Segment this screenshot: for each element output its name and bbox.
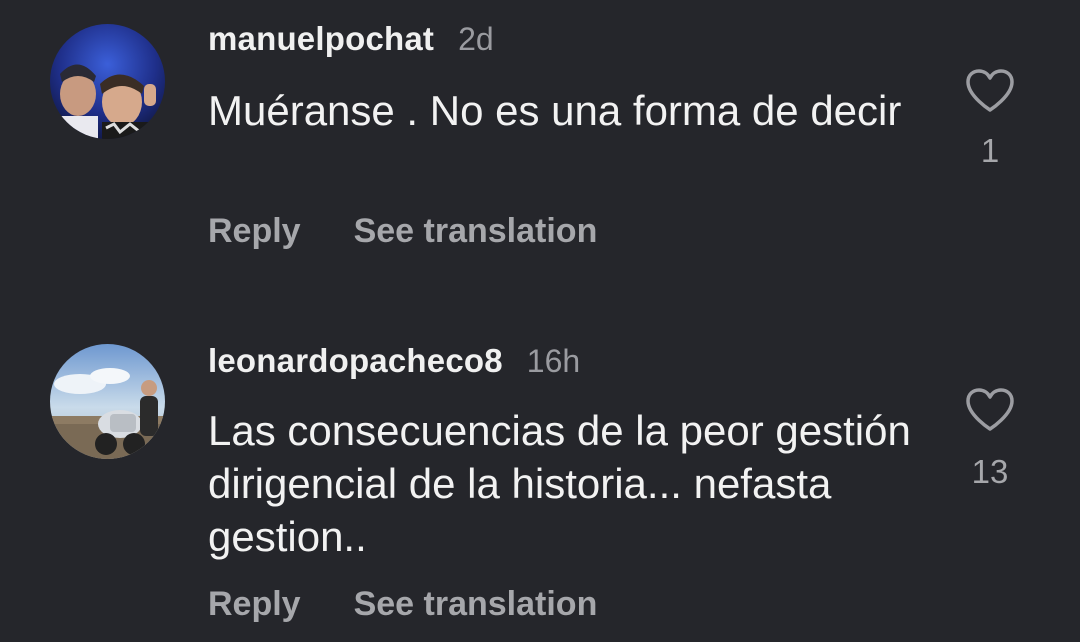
reply-button[interactable]: Reply: [208, 585, 301, 624]
comment-actions: Reply See translation: [208, 585, 597, 624]
avatar-photo: [50, 344, 165, 459]
timestamp: 2d: [458, 21, 494, 57]
username[interactable]: manuelpochat: [208, 20, 434, 58]
comments-list: manuelpochat 2d Muéranse . No es una for…: [0, 0, 1080, 642]
timestamp: 16h: [526, 343, 581, 379]
see-translation-button[interactable]: See translation: [354, 585, 598, 624]
heart-outline-icon: [966, 69, 1014, 112]
username[interactable]: leonardopacheco8: [208, 342, 503, 380]
like-count: 1: [980, 132, 1000, 169]
comment-text: Muéranse . No es una forma de decir: [208, 87, 902, 134]
avatar[interactable]: [50, 24, 165, 139]
avatar-photo: [50, 24, 165, 139]
see-translation-button[interactable]: See translation: [354, 212, 598, 251]
avatar[interactable]: [50, 344, 165, 459]
like-button[interactable]: 1: [960, 68, 1020, 170]
like-button[interactable]: 13: [960, 387, 1020, 491]
heart-outline-icon: [966, 388, 1014, 431]
like-count: 13: [971, 453, 1009, 490]
comment-text: Las consecuencias de la peor gestión dir…: [208, 407, 911, 560]
comment-header: manuelpochat 2d: [208, 20, 494, 58]
reply-button[interactable]: Reply: [208, 212, 301, 251]
comment-actions: Reply See translation: [208, 212, 597, 251]
comment-header: leonardopacheco8 16h: [208, 342, 580, 380]
